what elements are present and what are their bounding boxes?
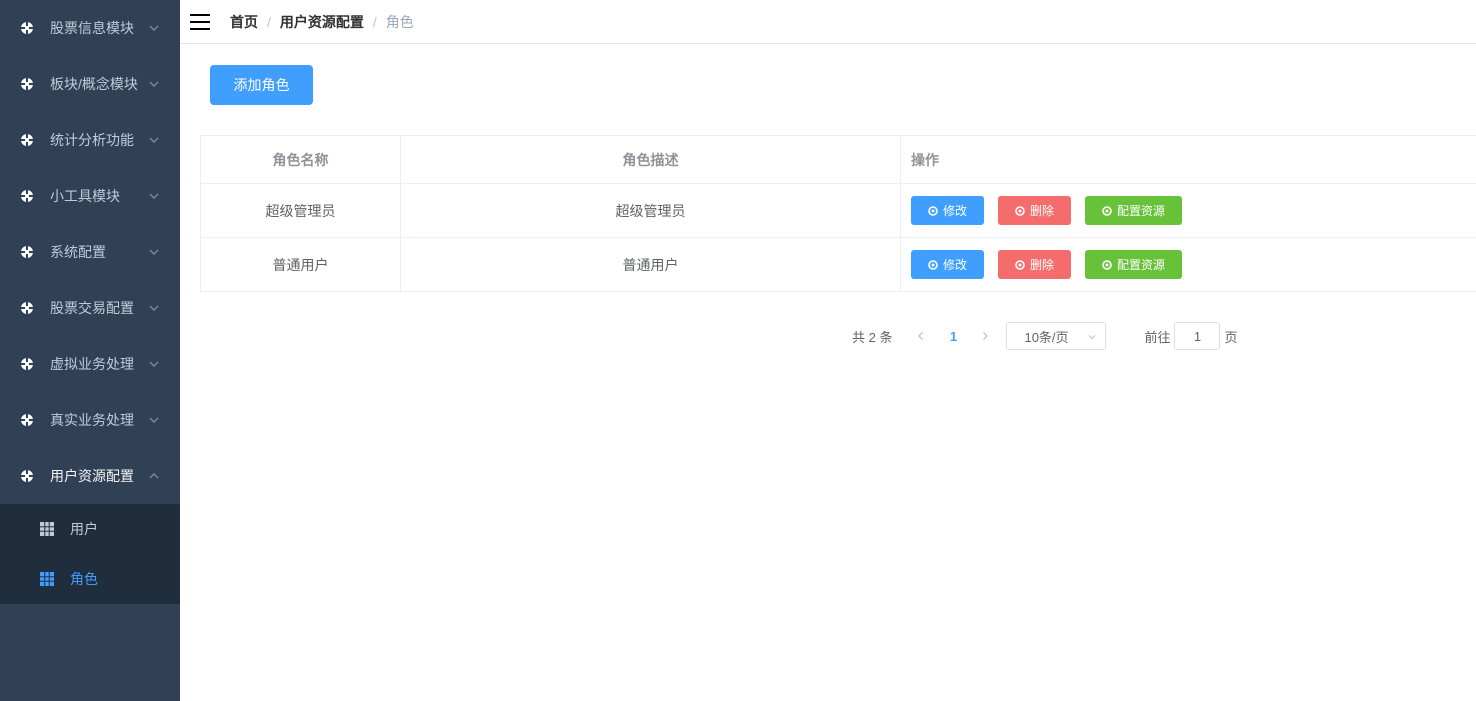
goto-prefix: 前往 [1144, 329, 1171, 345]
menu-item-stock-info[interactable]: 股票信息模块 [0, 0, 180, 56]
menu-item-system-config[interactable]: 系统配置 [0, 224, 180, 280]
menu-item-trade-config[interactable]: 股票交易配置 [0, 280, 180, 336]
pagination-total: 共 2 条 [852, 329, 893, 345]
add-role-button[interactable]: 添加角色 [210, 65, 313, 105]
breadcrumb-separator: / [372, 13, 377, 30]
chevron-down-icon [149, 305, 159, 311]
target-icon [20, 133, 34, 147]
sidebar-subitem-label: 用户 [70, 521, 98, 537]
column-header-role-description: 角色描述 [401, 136, 901, 183]
gear-icon [1015, 205, 1025, 216]
target-icon [20, 77, 34, 91]
chevron-up-icon [149, 473, 159, 479]
chevron-down-icon [149, 361, 159, 367]
menu-item-label: 小工具模块 [50, 188, 120, 204]
hamburger-menu-icon[interactable] [190, 13, 210, 30]
actions-cell: 修改 删除 配置资源 [901, 238, 1476, 291]
gear-icon [1015, 259, 1025, 270]
target-icon [20, 357, 34, 371]
goto-suffix: 页 [1224, 329, 1238, 345]
target-icon [20, 413, 34, 427]
roles-table: 角色名称 角色描述 操作 超级管理员 超级管理员 修改 删除 配置资源 普通用户… [200, 135, 1476, 292]
menu-item-label: 系统配置 [50, 244, 106, 260]
role-description-cell: 超级管理员 [401, 184, 901, 237]
menu-item-real-business[interactable]: 真实业务处理 [0, 392, 180, 448]
page-jumper: 前往 页 [1144, 322, 1238, 350]
target-icon [20, 301, 34, 315]
breadcrumb-current: 角色 [385, 13, 414, 30]
gear-icon [1102, 205, 1112, 216]
chevron-left-icon [918, 332, 924, 340]
table-row: 普通用户 普通用户 修改 删除 配置资源 [201, 238, 1476, 292]
delete-button[interactable]: 删除 [998, 196, 1071, 225]
target-icon [20, 21, 34, 35]
chevron-down-icon [149, 25, 159, 31]
role-name-cell: 普通用户 [201, 238, 401, 291]
menu-item-statistics[interactable]: 统计分析功能 [0, 112, 180, 168]
chevron-down-icon [1089, 335, 1096, 340]
page-size-select[interactable]: 10条/页 [1006, 322, 1107, 350]
edit-button[interactable]: 修改 [911, 250, 984, 279]
column-header-role-name: 角色名称 [201, 136, 401, 183]
main-content: 添加角色 角色名称 角色描述 操作 超级管理员 超级管理员 修改 删除 配置资源… [180, 45, 1476, 701]
grid-icon [40, 572, 54, 586]
menu-item-label: 统计分析功能 [50, 132, 134, 148]
top-navbar: 首页 / 用户资源配置 / 角色 [180, 0, 1476, 44]
chevron-down-icon [149, 137, 159, 143]
role-name-cell: 超级管理员 [201, 184, 401, 237]
prev-page-button[interactable] [906, 322, 936, 350]
edit-button[interactable]: 修改 [911, 196, 984, 225]
table-row: 超级管理员 超级管理员 修改 删除 配置资源 [201, 184, 1476, 238]
menu-item-virtual-business[interactable]: 虚拟业务处理 [0, 336, 180, 392]
menu-item-sector-concept[interactable]: 板块/概念模块 [0, 56, 180, 112]
chevron-down-icon [149, 193, 159, 199]
next-page-button[interactable] [970, 322, 1000, 350]
target-icon [20, 245, 34, 259]
menu-item-label: 股票交易配置 [50, 300, 134, 316]
chevron-down-icon [149, 81, 159, 87]
chevron-down-icon [149, 417, 159, 423]
menu-item-label: 用户资源配置 [50, 468, 134, 484]
pagination: 共 2 条 1 10条/页 前往 页 [852, 322, 1238, 350]
menu-item-label: 虚拟业务处理 [50, 356, 134, 372]
target-icon [20, 469, 34, 483]
gear-icon [928, 205, 938, 216]
sidebar-subitem-label: 角色 [70, 571, 98, 587]
edit-button-label: 修改 [942, 204, 967, 218]
breadcrumb: 首页 / 用户资源配置 / 角色 [230, 12, 414, 32]
sidebar-subitem-users[interactable]: 用户 [0, 504, 180, 554]
breadcrumb-separator: / [267, 13, 271, 30]
sidebar: 股票信息模块 板块/概念模块 统计分析功能 小工具模块 系统配置 股票交易配置 … [0, 0, 180, 701]
menu-item-label: 真实业务处理 [50, 412, 134, 428]
column-header-actions: 操作 [901, 136, 1476, 183]
menu-item-user-resource[interactable]: 用户资源配置 [0, 448, 180, 504]
menu-item-tools[interactable]: 小工具模块 [0, 168, 180, 224]
breadcrumb-user-resource[interactable]: 用户资源配置 [280, 12, 364, 32]
sidebar-subitem-roles[interactable]: 角色 [0, 554, 180, 604]
goto-page-input[interactable] [1174, 322, 1221, 350]
delete-button[interactable]: 删除 [998, 250, 1071, 279]
submenu-user-resource: 用户 角色 [0, 504, 180, 604]
role-description-cell: 普通用户 [401, 238, 901, 291]
configure-resources-button[interactable]: 配置资源 [1085, 196, 1182, 225]
breadcrumb-home[interactable]: 首页 [230, 12, 258, 32]
delete-button-label: 删除 [1029, 204, 1054, 218]
menu-item-label: 股票信息模块 [50, 20, 134, 36]
chevron-down-icon [149, 249, 159, 255]
configure-resources-label: 配置资源 [1116, 204, 1165, 218]
page-size-value: 10条/页 [1024, 329, 1069, 345]
table-header-row: 角色名称 角色描述 操作 [201, 136, 1476, 184]
grid-icon [40, 522, 54, 536]
actions-cell: 修改 删除 配置资源 [901, 184, 1476, 237]
gear-icon [1102, 259, 1112, 270]
delete-button-label: 删除 [1029, 258, 1054, 272]
menu-item-label: 板块/概念模块 [50, 76, 138, 92]
edit-button-label: 修改 [942, 258, 967, 272]
chevron-right-icon [983, 332, 989, 340]
gear-icon [928, 259, 938, 270]
page-number-current[interactable]: 1 [936, 329, 970, 344]
target-icon [20, 189, 34, 203]
configure-resources-button[interactable]: 配置资源 [1085, 250, 1182, 279]
configure-resources-label: 配置资源 [1116, 258, 1165, 272]
